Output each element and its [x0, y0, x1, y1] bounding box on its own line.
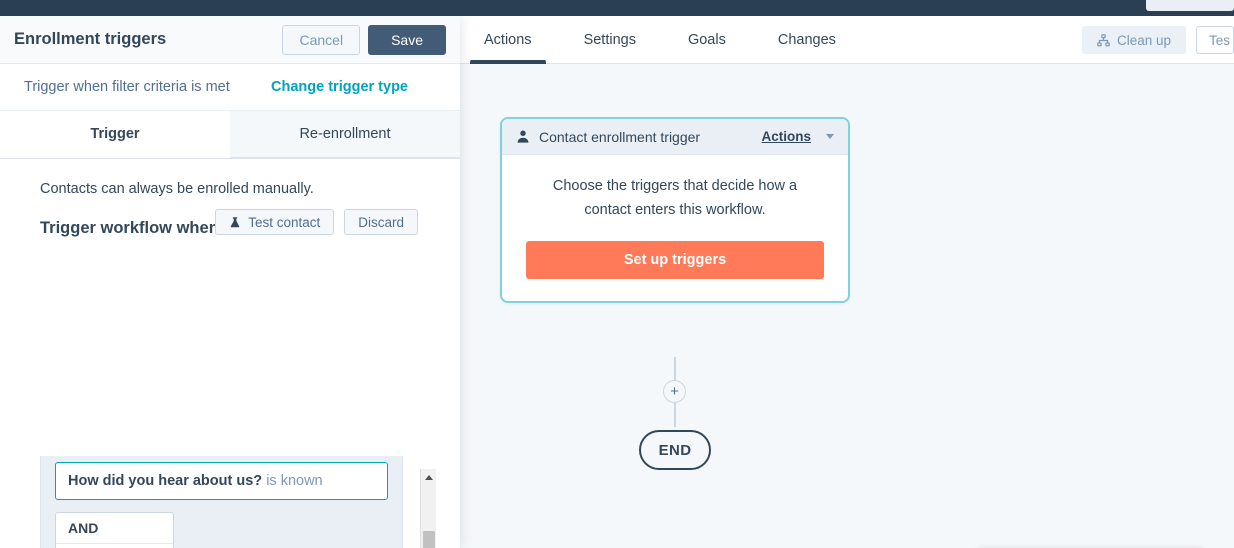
tab-re-enrollment[interactable]: Re-enrollment — [230, 111, 460, 158]
tab-goals-label: Goals — [687, 32, 726, 48]
filter-row[interactable]: How did you hear about us? is known — [55, 462, 388, 500]
app-root: Actions Settings Goals Changes Clean up … — [0, 0, 1234, 548]
tab-actions-label: Actions — [484, 32, 532, 48]
and-box-body: + Add filter — [56, 544, 173, 548]
test-button[interactable]: Tes — [1196, 26, 1234, 54]
test-contact-button[interactable]: Test contact — [215, 209, 335, 235]
and-label: AND — [56, 513, 173, 544]
clean-up-label: Clean up — [1116, 32, 1171, 48]
filter-group: How did you hear about us? is known AND … — [40, 456, 403, 548]
scrollbar-thumb[interactable] — [423, 531, 435, 548]
tab-trigger-label: Trigger — [90, 126, 140, 142]
cancel-button[interactable]: Cancel — [282, 24, 361, 55]
end-node: END — [639, 430, 711, 470]
top-bar-overlay-fragment — [1146, 0, 1234, 11]
tab-settings-label: Settings — [583, 32, 636, 48]
hierarchy-icon — [1097, 33, 1110, 47]
contact-person-icon — [516, 129, 530, 144]
trigger-card-description: Choose the triggers that decide how a co… — [552, 178, 798, 218]
page-title: Enrollment triggers — [14, 30, 167, 48]
and-condition-box: AND + Add filter — [55, 512, 174, 548]
enrollment-triggers-panel: Enrollment triggers Cancel Save Trigger … — [0, 16, 460, 548]
change-trigger-type-link[interactable]: Change trigger type — [271, 79, 436, 95]
workflow-tabs: Actions Settings Goals Changes — [458, 16, 862, 64]
panel-header: Enrollment triggers Cancel Save — [0, 16, 460, 64]
discard-button[interactable]: Discard — [344, 209, 418, 235]
panel-body: Contacts can always be enrolled manually… — [0, 159, 460, 548]
contact-enrollment-trigger-card[interactable]: Contact enrollment trigger Actions Choos… — [500, 117, 850, 303]
end-node-label: END — [658, 441, 692, 459]
filter-scroll-region: How did you hear about us? is known AND … — [40, 456, 425, 548]
trigger-card-header: Contact enrollment trigger Actions — [502, 119, 848, 155]
chevron-down-icon[interactable] — [826, 134, 834, 139]
panel-tool-buttons: Test contact Discard — [215, 209, 418, 235]
panel-subheader: Trigger when filter criteria is met Chan… — [0, 64, 460, 111]
app-top-bar — [0, 0, 1234, 16]
scrollbar-up-arrow[interactable] — [421, 469, 437, 486]
filter-operator: is known — [266, 473, 323, 489]
tab-changes[interactable]: Changes — [752, 16, 862, 64]
discard-label: Discard — [358, 214, 404, 230]
panel-tabs: Trigger Re-enrollment — [0, 111, 460, 159]
flask-icon — [229, 216, 241, 229]
clean-up-button[interactable]: Clean up — [1081, 26, 1186, 54]
test-button-label: Tes — [1209, 32, 1231, 48]
tab-re-enrollment-label: Re-enrollment — [299, 126, 391, 142]
tab-actions[interactable]: Actions — [458, 16, 558, 64]
trigger-card-actions-menu[interactable]: Actions — [761, 129, 811, 144]
save-button[interactable]: Save — [368, 24, 446, 55]
chevron-up-icon — [425, 475, 433, 480]
tab-settings[interactable]: Settings — [558, 16, 662, 64]
trigger-card-title: Contact enrollment trigger — [539, 128, 701, 145]
trigger-card-actions-label: Actions — [761, 129, 811, 144]
filter-property-name: How did you hear about us? — [68, 473, 263, 489]
manual-enrollment-note: Contacts can always be enrolled manually… — [40, 181, 314, 197]
set-up-triggers-button[interactable]: Set up triggers — [526, 240, 824, 279]
trigger-card-body: Choose the triggers that decide how a co… — [502, 155, 848, 301]
workflow-nav-actions: Clean up Tes — [1081, 16, 1234, 64]
tab-goals[interactable]: Goals — [662, 16, 752, 64]
panel-scrollbar[interactable] — [420, 469, 436, 548]
tab-changes-label: Changes — [777, 32, 836, 48]
trigger-type-description: Trigger when filter criteria is met — [24, 79, 230, 95]
tab-trigger[interactable]: Trigger — [0, 111, 230, 158]
add-action-plus-button[interactable]: + — [663, 380, 686, 403]
test-contact-label: Test contact — [248, 214, 321, 230]
